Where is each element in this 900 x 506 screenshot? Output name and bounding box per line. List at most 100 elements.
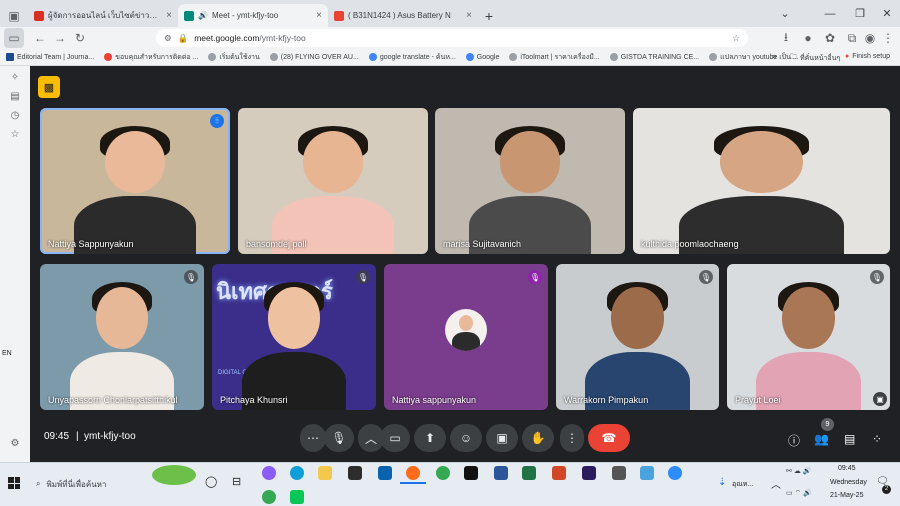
extensions-puzzle-icon[interactable]: ⧉ <box>842 28 862 48</box>
copilot-icon[interactable] <box>262 466 276 480</box>
tab-list-chevron-icon[interactable]: ⌄ <box>770 0 800 27</box>
menu-icon[interactable]: ⋮ <box>878 28 898 48</box>
close-tab-icon[interactable]: × <box>316 10 322 21</box>
bookmark-item[interactable]: Editorial Team | Journa... <box>6 53 94 61</box>
pin-tile-icon[interactable]: ▣ <box>873 392 887 406</box>
bookmark-item[interactable]: แปลภาษา youtube เป็น ... <box>709 52 799 63</box>
audition-icon[interactable] <box>582 466 596 480</box>
participant-tile[interactable]: Warrakorn Pimpakun 🎙 <box>556 264 719 410</box>
windows-start-icon[interactable] <box>8 477 20 489</box>
other-bookmarks-folder[interactable]: 🗀 ที่คั่นหน้าอื่นๆ <box>790 53 840 64</box>
tab-3[interactable]: ( B31N1424 ) Asus Battery N × <box>328 4 478 27</box>
line-icon[interactable] <box>290 490 304 504</box>
file-explorer-icon[interactable] <box>318 466 332 480</box>
participant-tile[interactable]: Nattiya Sappunyakun ⦙⦙ <box>40 108 230 254</box>
input-lang-indicator: EN <box>2 350 12 357</box>
speaker-icon: 🔊 <box>198 11 208 20</box>
outlook-icon[interactable] <box>378 466 392 480</box>
task-view-icon[interactable]: ⊟ <box>232 475 241 488</box>
forward-button[interactable]: → <box>50 28 70 48</box>
game-icon[interactable] <box>612 466 626 480</box>
activities-icon[interactable]: ⁘ <box>872 432 882 446</box>
photos-icon[interactable] <box>640 466 654 480</box>
windows-taskbar: ⌕ พิมพ์ที่นี่เพื่อค้นหา ◯ ⊟ ⇣ อุณห... ︿ … <box>0 462 900 506</box>
participant-tile[interactable]: kulthida poomlaochaeng <box>633 108 890 254</box>
close-tab-icon[interactable]: × <box>166 10 172 21</box>
settings-gear-icon[interactable]: ⚙ <box>11 438 20 449</box>
new-tab-button[interactable]: + <box>478 4 500 27</box>
restore-button[interactable]: ❐ <box>845 0 875 27</box>
participant-name: Unyapassorn Chonlarpatsitthikul <box>48 395 178 405</box>
weather-text[interactable]: อุณห... <box>732 479 753 490</box>
close-window-button[interactable]: ✕ <box>872 0 900 27</box>
chrome-2-icon[interactable] <box>262 490 276 504</box>
store-icon[interactable] <box>348 466 362 480</box>
network-battery-icons[interactable]: ▭⌔🔊 <box>786 489 814 498</box>
tab-search-icon[interactable]: ▣ <box>0 4 28 27</box>
bookmark-item[interactable]: (28) FLYING OVER AU... <box>269 53 359 61</box>
minimize-button[interactable]: — <box>815 0 845 27</box>
globe-icon <box>509 53 518 61</box>
cortana-icon[interactable]: ◯ <box>205 475 217 488</box>
emoji-reaction-button[interactable]: ☺ <box>450 424 482 452</box>
profile-icon[interactable]: ● <box>798 28 818 48</box>
zoom-icon[interactable] <box>668 466 682 480</box>
bookmark-item[interactable]: google translate - ค้นห... <box>368 52 456 63</box>
meeting-details-icon[interactable]: ⓘ <box>788 432 800 449</box>
finish-setup-button[interactable]: ● Finish setup <box>845 53 890 60</box>
sparkle-icon[interactable]: ✧ <box>11 72 19 83</box>
history-icon[interactable]: ◷ <box>11 110 20 121</box>
captions-button[interactable]: ▣ <box>486 424 518 452</box>
participant-name: marisa Sujitavanich <box>443 239 522 249</box>
back-button[interactable]: ← <box>30 28 50 48</box>
tab-2[interactable]: 🔊 Meet - ymt-kfjy-too × <box>178 4 328 27</box>
capcut-icon[interactable] <box>464 466 478 480</box>
clock-time[interactable]: 09:45 <box>838 465 856 472</box>
chat-icon[interactable]: ▤ <box>844 432 855 446</box>
powerpoint-icon[interactable] <box>552 466 566 480</box>
mic-muted-icon: 🎙 <box>528 270 542 284</box>
bookmarks-star-icon[interactable]: ☆ <box>11 129 20 140</box>
edge-icon[interactable] <box>290 466 304 480</box>
close-tab-icon[interactable]: × <box>466 10 472 21</box>
tray-icons[interactable]: ⚯☁🔊 <box>786 467 814 475</box>
more-options-button[interactable]: ⋮ <box>560 424 584 452</box>
more-audio-options-button[interactable]: ⋯ <box>300 424 326 452</box>
raise-hand-button[interactable]: ✋ <box>522 424 554 452</box>
participant-face <box>95 287 149 349</box>
people-button[interactable]: 👥 <box>814 432 829 446</box>
account-avatar[interactable]: ◉ <box>860 28 880 48</box>
participant-tile[interactable]: นิเทศศาสตร์DIGITAL COMMUNICATION ARTSPit… <box>212 264 376 410</box>
camera-button[interactable]: ▭ <box>380 424 410 452</box>
weather-icon[interactable]: ⇣ <box>718 477 726 488</box>
participant-tile[interactable]: Unyapassorn Chonlarpatsitthikul 🎙 <box>40 264 204 410</box>
participant-tile[interactable]: marisa Sujitavanich <box>435 108 625 254</box>
present-screen-button[interactable]: ⬆ <box>414 424 446 452</box>
reload-button[interactable]: ↻ <box>70 28 90 48</box>
microphone-button[interactable]: 🎙 <box>324 424 354 452</box>
participant-tile[interactable]: Prayut Loei 🎙 <box>727 264 890 410</box>
bookmark-item[interactable]: เริ่มต้นใช้งาน <box>208 52 260 63</box>
firefox-icon[interactable] <box>406 466 420 480</box>
site-info-icon[interactable]: ⚙ <box>164 33 172 44</box>
extension-icon[interactable]: ✿ <box>820 28 840 48</box>
bookmark-item[interactable]: Google <box>465 53 499 61</box>
clock-date: 21-May-25 <box>830 492 864 499</box>
bookmark-star-icon[interactable]: ☆ <box>732 33 740 44</box>
download-icon[interactable]: ⭳ <box>776 28 796 48</box>
reading-list-icon[interactable]: ▤ <box>10 91 19 102</box>
tab-1[interactable]: ผู้จัดการออนไลน์ เว็บไซต์ข่าวชั้นนำของ × <box>28 4 178 27</box>
word-icon[interactable] <box>494 466 508 480</box>
excel-icon[interactable] <box>522 466 536 480</box>
chrome-icon[interactable] <box>436 466 450 480</box>
sidebar-toggle-icon[interactable]: ▭ <box>4 28 24 48</box>
leave-call-button[interactable]: ☎ <box>588 424 630 452</box>
participant-tile[interactable]: Nattiya sappunyakun 🎙 <box>384 264 548 410</box>
show-hidden-icons-chevron[interactable]: ︿ <box>771 476 781 491</box>
participant-tile[interactable]: bansomdej poll <box>238 108 428 254</box>
bookmark-item[interactable]: GISTDA TRAINING CE... <box>609 53 699 61</box>
bookmarks-more-button[interactable]: » <box>772 51 777 61</box>
bookmark-item[interactable]: iToolmart | ราคาเครื่องมื... <box>509 52 600 63</box>
bookmark-item[interactable]: ขอบคุณสำหรับการติดต่อ ... <box>104 52 198 63</box>
address-bar[interactable]: ⚙ 🔒 meet.google.com/ymt-kfjy-too ☆ <box>156 29 748 47</box>
